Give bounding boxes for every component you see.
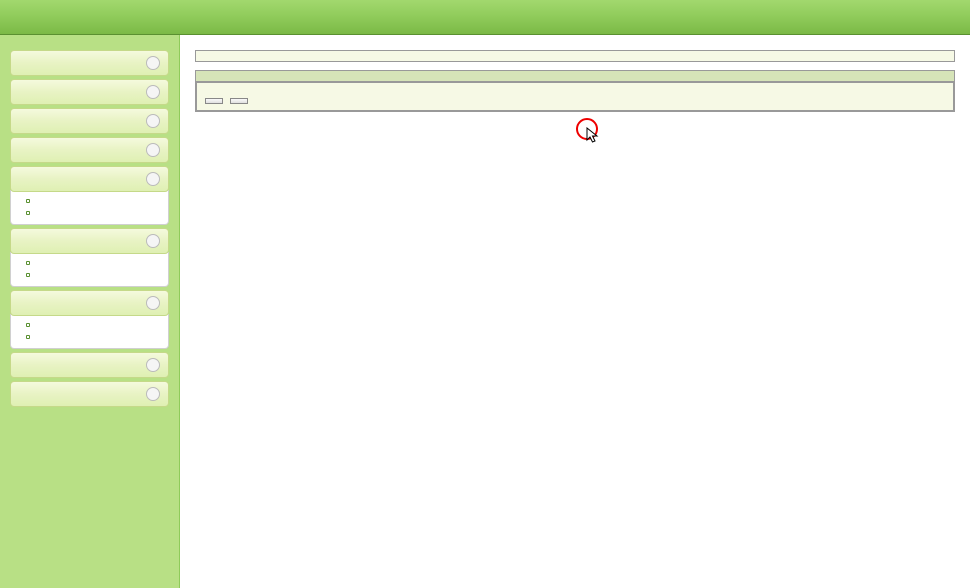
sidebar-item[interactable] — [11, 319, 168, 331]
sidebar-item[interactable] — [11, 207, 168, 219]
bullet-icon — [26, 273, 30, 277]
form-table — [196, 82, 954, 111]
menu-header[interactable] — [10, 228, 169, 254]
sidebar-item[interactable] — [11, 331, 168, 343]
save-button[interactable] — [205, 98, 223, 104]
sidebar-item[interactable] — [11, 269, 168, 281]
panel-header — [196, 71, 954, 82]
menu-items — [10, 314, 169, 349]
page-title — [195, 50, 955, 62]
menu-group — [10, 352, 169, 378]
bullet-icon — [26, 261, 30, 265]
menu-group — [10, 137, 169, 163]
sidebar-item[interactable] — [11, 257, 168, 269]
chevron-up-icon[interactable] — [146, 56, 160, 70]
chevron-up-icon[interactable] — [146, 387, 160, 401]
form-panel — [195, 70, 955, 112]
menu-group — [10, 50, 169, 76]
menu-group — [10, 108, 169, 134]
menu-header[interactable] — [10, 79, 169, 105]
chevron-up-icon[interactable] — [146, 358, 160, 372]
chevron-up-icon[interactable] — [146, 296, 160, 310]
menu-group — [10, 166, 169, 225]
button-row — [197, 83, 954, 111]
app-header — [0, 0, 970, 35]
chevron-up-icon[interactable] — [146, 143, 160, 157]
menu-items — [10, 190, 169, 225]
menu-header[interactable] — [10, 290, 169, 316]
bullet-icon — [26, 199, 30, 203]
sidebar — [0, 35, 180, 588]
menu-header[interactable] — [10, 166, 169, 192]
menu-group — [10, 228, 169, 287]
chevron-up-icon[interactable] — [146, 85, 160, 99]
chevron-up-icon[interactable] — [146, 172, 160, 186]
menu-header[interactable] — [10, 352, 169, 378]
menu-group — [10, 79, 169, 105]
main-container — [0, 35, 970, 588]
bullet-icon — [26, 323, 30, 327]
sidebar-item[interactable] — [11, 195, 168, 207]
menu-items — [10, 252, 169, 287]
bullet-icon — [26, 211, 30, 215]
chevron-up-icon[interactable] — [146, 114, 160, 128]
bullet-icon — [26, 335, 30, 339]
chevron-up-icon[interactable] — [146, 234, 160, 248]
menu-header[interactable] — [10, 108, 169, 134]
menu-group — [10, 290, 169, 349]
menu-group — [10, 381, 169, 407]
menu-header[interactable] — [10, 50, 169, 76]
menu-header[interactable] — [10, 381, 169, 407]
menu-header[interactable] — [10, 137, 169, 163]
reset-button[interactable] — [230, 98, 248, 104]
main-content — [180, 35, 970, 588]
